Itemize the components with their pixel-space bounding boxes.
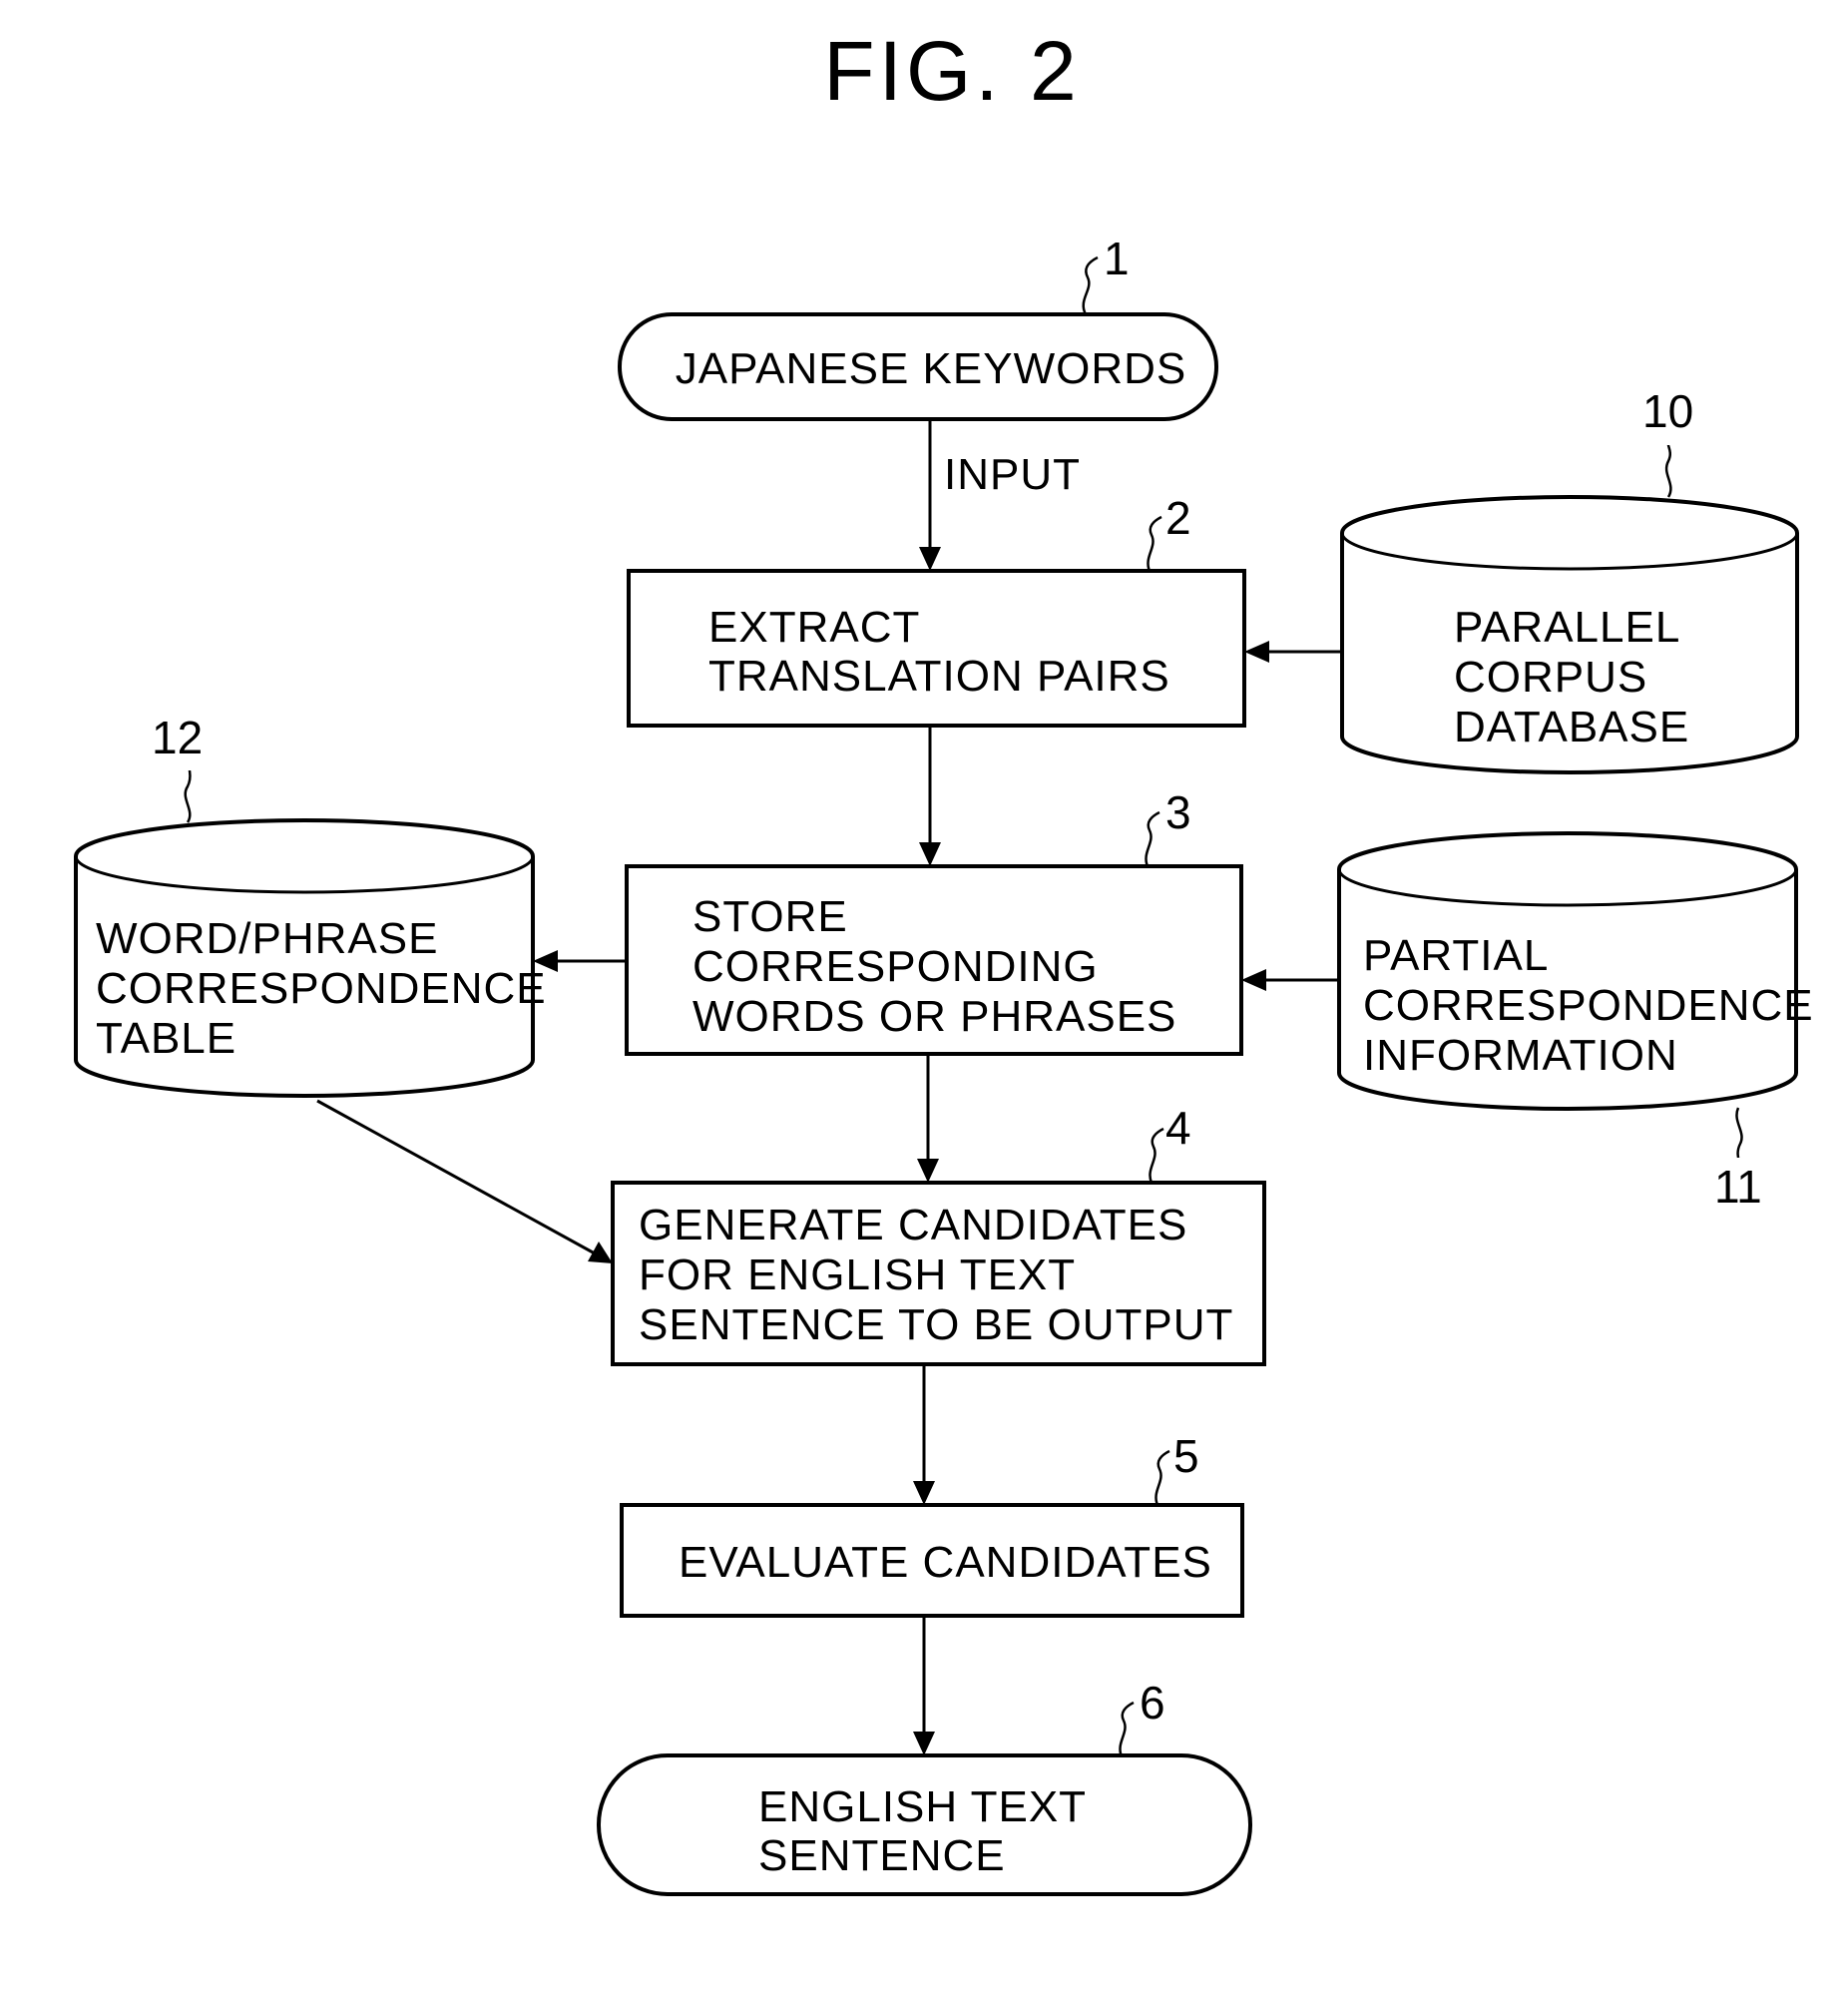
node-label-line: STORE [693,892,848,941]
arrowhead-icon [1241,969,1266,991]
node-label-line: ENGLISH TEXT [758,1782,1087,1831]
node-label-line: EXTRACT [708,603,920,652]
node-partial-correspondence-information: PARTIAL CORRESPONDENCE INFORMATION 11 [1337,831,1814,1213]
arrowhead-icon [913,1732,935,1755]
node-label-line: CORRESPONDING [693,942,1099,991]
edge-5-to-6 [913,1616,935,1755]
reference-leader-line [184,769,192,823]
edge-label-input: INPUT [944,450,1081,499]
reference-number: 3 [1165,786,1191,838]
node-label-line: CORRESPONDENCE [96,964,547,1013]
reference-number: 1 [1104,233,1130,284]
reference-leader-line [1082,255,1099,315]
reference-number: 12 [152,712,203,763]
reference-number: 4 [1165,1102,1191,1154]
node-word-phrase-correspondence-table: WORD/PHRASE CORRESPONDENCE TABLE 12 [74,712,547,1098]
node-label-line: TABLE [96,1014,236,1063]
node-label-line: CORRESPONDENCE [1363,981,1814,1030]
node-label-line: WORDS OR PHRASES [693,992,1176,1041]
node-label-line: CORPUS [1454,653,1647,702]
edge-12-to-4 [316,1099,613,1263]
reference-number: 6 [1140,1677,1165,1729]
node-label-line: PARALLEL [1454,603,1680,652]
node-label-line: DATABASE [1454,703,1689,751]
edge-4-to-5 [913,1364,935,1505]
edge-2-to-3 [919,726,941,866]
node-parallel-corpus-database: PARALLEL CORPUS DATABASE 10 [1340,385,1799,774]
arrowhead-icon [917,1159,939,1183]
edge-10-to-2 [1244,641,1342,663]
node-store-corresponding-words: STORE CORRESPONDING WORDS OR PHRASES 3 [625,786,1243,1056]
arrowhead-icon [919,842,941,866]
node-extract-translation-pairs: EXTRACT TRANSLATION PAIRS 2 [627,492,1246,728]
node-generate-candidates: GENERATE CANDIDATES FOR ENGLISH TEXT SEN… [611,1102,1266,1366]
node-label-line: SENTENCE [758,1831,1006,1880]
node-label-line: JAPANESE KEYWORDS [676,344,1187,393]
reference-leader-line [1119,1701,1135,1757]
reference-number: 2 [1165,492,1191,544]
node-evaluate-candidates: EVALUATE CANDIDATES 5 [620,1430,1244,1618]
node-label-line: GENERATE CANDIDATES [639,1201,1187,1249]
reference-number: 11 [1714,1161,1762,1213]
reference-leader-line [1147,515,1162,572]
reference-leader-line [1664,444,1672,498]
node-japanese-keywords: JAPANESE KEYWORDS 1 [618,233,1218,421]
reference-number: 10 [1642,385,1693,437]
arrowhead-icon [913,1481,935,1505]
reference-leader-line [1149,1127,1164,1184]
figure-title: FIG. 2 [823,24,1080,118]
node-label-line: WORD/PHRASE [96,914,438,963]
reference-number: 5 [1173,1430,1199,1482]
reference-leader-line [1145,810,1160,867]
node-label-line: SENTENCE TO BE OUTPUT [639,1300,1233,1349]
edge-11-to-3 [1241,969,1339,991]
reference-leader-line [1155,1449,1170,1506]
flowchart-diagram: FIG. 2 JAPANESE KEYWORDS 1 INPUT EXTRACT… [74,24,1814,1896]
edge-1-to-2: INPUT [919,419,1081,571]
node-label-line: INFORMATION [1363,1031,1678,1080]
edge-3-to-4 [917,1054,939,1183]
node-label-line: TRANSLATION PAIRS [708,652,1170,701]
node-label-line: PARTIAL [1363,931,1549,980]
node-label-line: EVALUATE CANDIDATES [679,1538,1212,1587]
node-label-line: FOR ENGLISH TEXT [639,1250,1076,1299]
arrowhead-icon [1244,641,1269,663]
reference-leader-line [1735,1107,1743,1159]
arrowhead-icon [919,547,941,571]
edge-3-to-12 [533,950,627,972]
edge-line [316,1099,596,1255]
